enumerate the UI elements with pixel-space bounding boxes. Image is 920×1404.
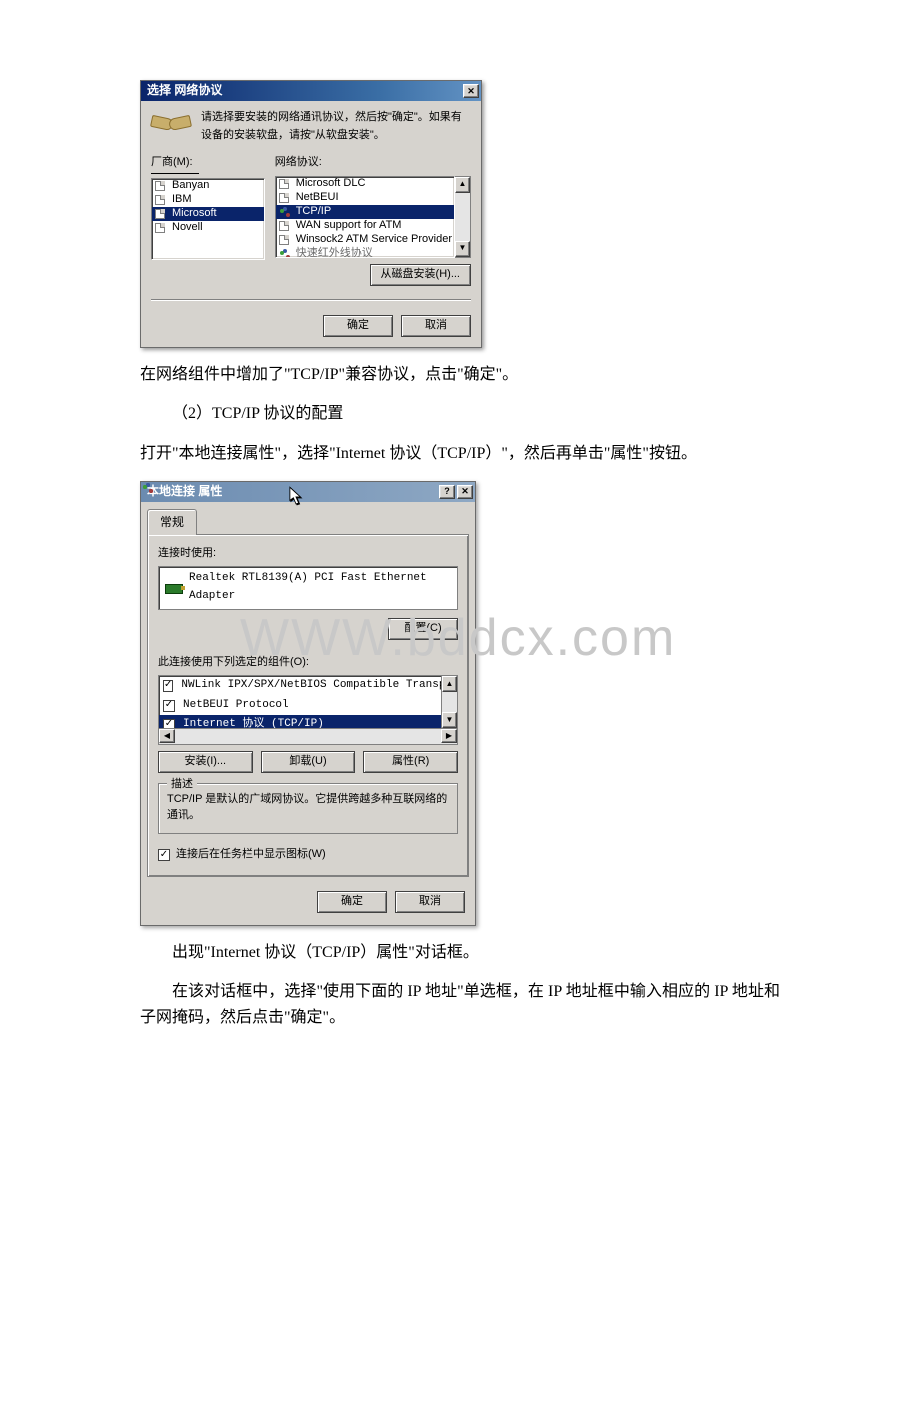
checkbox-icon[interactable]: ✓ bbox=[163, 680, 173, 692]
protocol-listbox[interactable]: Microsoft DLCNetBEUITCP/IPWAN support fo… bbox=[275, 176, 455, 258]
dialog2-title: 本地连接 属性 bbox=[147, 482, 222, 501]
vendor-icon bbox=[154, 222, 168, 234]
tab-page-general: 连接时使用: Realtek RTL8139(A) PCI Fast Ether… bbox=[147, 534, 469, 877]
help-icon[interactable]: ? bbox=[439, 485, 455, 499]
description-text: TCP/IP 是默认的广域网协议。它提供跨越多种互联网络的通讯。 bbox=[167, 792, 449, 823]
scroll-left-icon[interactable]: ◀ bbox=[159, 729, 175, 743]
dialog1-lists: 厂商(M): BanyanIBMMicrosoftNovell 网络协议: Mi… bbox=[151, 154, 471, 286]
cancel-button[interactable]: 取消 bbox=[401, 315, 471, 337]
dialog1-title: 选择 网络协议 bbox=[147, 81, 222, 100]
components-vscrollbar[interactable]: ▲ ▼ bbox=[442, 675, 458, 729]
dialog2-titlebar[interactable]: 本地连接 属性 ? ✕ bbox=[141, 482, 475, 502]
scroll-right-icon[interactable]: ▶ bbox=[441, 729, 457, 743]
vendor-icon bbox=[154, 180, 168, 192]
uninstall-button[interactable]: 卸载(U) bbox=[261, 751, 356, 773]
vendor-item[interactable]: Microsoft bbox=[152, 207, 264, 221]
scroll-track[interactable] bbox=[175, 729, 441, 744]
tray-icon-label: 连接后在任务栏中显示图标(W) bbox=[176, 846, 326, 864]
select-protocol-dialog: 选择 网络协议 ✕ 请选择要安装的网络通讯协议，然后按"确定"。如果有设备的安装… bbox=[140, 80, 482, 348]
vendor-item[interactable]: Novell bbox=[152, 221, 264, 235]
vendor-label: 厂商(M): bbox=[151, 154, 199, 174]
tab-general[interactable]: 常规 bbox=[147, 509, 197, 535]
paragraph: 打开"本地连接属性"，选择"Internet 协议（TCP/IP）"，然后再单击… bbox=[140, 441, 780, 467]
component-item-label: NetBEUI Protocol bbox=[183, 697, 289, 715]
install-button[interactable]: 安装(I)... bbox=[158, 751, 253, 773]
connection-properties-dialog: 本地连接 属性 ? ✕ 常规 连接时使用: Realtek RTL8139(A)… bbox=[140, 481, 476, 926]
component-buttons: 安装(I)... 卸载(U) 属性(R) bbox=[158, 751, 458, 773]
paragraph: （2）TCP/IP 协议的配置 bbox=[140, 401, 780, 427]
close-icon[interactable]: ✕ bbox=[463, 84, 479, 98]
checkbox-icon[interactable]: ✓ bbox=[163, 700, 175, 712]
vendor-listbox[interactable]: BanyanIBMMicrosoftNovell bbox=[151, 178, 265, 260]
vendor-item-label: Novell bbox=[172, 219, 203, 237]
cancel-button[interactable]: 取消 bbox=[395, 891, 465, 913]
checkbox-icon[interactable]: ✓ bbox=[158, 849, 170, 861]
dialog2-bottom-buttons: 确定 取消 bbox=[141, 883, 475, 925]
component-item[interactable]: ✓ Internet 协议 (TCP/IP) bbox=[159, 715, 441, 729]
protocol-icon bbox=[278, 192, 292, 204]
properties-button[interactable]: 属性(R) bbox=[363, 751, 458, 773]
configure-button[interactable]: 配置(C) bbox=[388, 618, 458, 640]
scroll-track[interactable] bbox=[442, 692, 457, 712]
dialog1-body: 请选择要安装的网络通讯协议，然后按"确定"。如果有设备的安装软盘，请按"从软盘安… bbox=[141, 101, 481, 347]
paragraph: 出现"Internet 协议（TCP/IP）属性"对话框。 bbox=[140, 940, 780, 966]
connect-using-label: 连接时使用: bbox=[158, 545, 458, 563]
protocol-column: 网络协议: Microsoft DLCNetBEUITCP/IPWAN supp… bbox=[275, 154, 471, 286]
scroll-track[interactable] bbox=[455, 193, 470, 241]
vendor-column: 厂商(M): BanyanIBMMicrosoftNovell bbox=[151, 154, 265, 286]
ok-button[interactable]: 确定 bbox=[323, 315, 393, 337]
components-listbox[interactable]: ✓ NWLink IPX/SPX/NetBIOS Compatible Trans… bbox=[158, 675, 442, 729]
tab-strip: 常规 bbox=[141, 502, 475, 534]
vendor-icon bbox=[154, 208, 168, 220]
handshake-icon bbox=[151, 109, 191, 141]
scroll-down-icon[interactable]: ▼ bbox=[442, 712, 457, 728]
adapter-name: Realtek RTL8139(A) PCI Fast Ethernet Ada… bbox=[189, 570, 451, 605]
close-icon[interactable]: ✕ bbox=[457, 485, 473, 499]
vendor-item[interactable]: Banyan bbox=[152, 179, 264, 193]
component-item[interactable]: ✓ NWLink IPX/SPX/NetBIOS Compatible Trans… bbox=[159, 676, 441, 696]
nic-icon bbox=[165, 582, 183, 594]
adapter-box: Realtek RTL8139(A) PCI Fast Ethernet Ada… bbox=[158, 566, 458, 609]
description-groupbox: 描述 TCP/IP 是默认的广域网协议。它提供跨越多种互联网络的通讯。 bbox=[158, 783, 458, 834]
network-icon bbox=[278, 248, 292, 258]
dialog1-titlebar[interactable]: 选择 网络协议 ✕ bbox=[141, 81, 481, 101]
description-title: 描述 bbox=[167, 776, 197, 794]
ok-button[interactable]: 确定 bbox=[317, 891, 387, 913]
component-item[interactable]: ✓ NetBEUI Protocol bbox=[159, 696, 441, 716]
from-disk-button[interactable]: 从磁盘安装(H)... bbox=[370, 264, 471, 286]
dialog1-message: 请选择要安装的网络通讯协议，然后按"确定"。如果有设备的安装软盘，请按"从软盘安… bbox=[201, 109, 471, 144]
protocol-scrollbar[interactable]: ▲ ▼ bbox=[455, 176, 471, 258]
checkbox-icon[interactable]: ✓ bbox=[163, 719, 175, 729]
protocol-icon bbox=[278, 220, 292, 232]
tray-icon-checkbox[interactable]: ✓ 连接后在任务栏中显示图标(W) bbox=[158, 846, 458, 864]
components-label: 此连接使用下列选定的组件(O): bbox=[158, 654, 458, 672]
dialog1-message-row: 请选择要安装的网络通讯协议，然后按"确定"。如果有设备的安装软盘，请按"从软盘安… bbox=[151, 109, 471, 144]
component-item-label: Internet 协议 (TCP/IP) bbox=[183, 716, 324, 729]
dialog1-bottom-buttons: 确定 取消 bbox=[151, 300, 471, 337]
protocol-item-label: 快速红外线协议 bbox=[296, 245, 373, 258]
component-item-label: NWLink IPX/SPX/NetBIOS Compatible Transp… bbox=[181, 677, 442, 695]
paragraph: 在网络组件中增加了"TCP/IP"兼容协议，点击"确定"。 bbox=[140, 362, 780, 388]
scroll-up-icon[interactable]: ▲ bbox=[442, 676, 457, 692]
protocol-icon bbox=[278, 178, 292, 190]
network-icon bbox=[278, 206, 292, 218]
components-hscrollbar[interactable]: ◀ ▶ bbox=[158, 729, 458, 745]
vendor-icon bbox=[154, 194, 168, 206]
components-list-wrap: ✓ NWLink IPX/SPX/NetBIOS Compatible Trans… bbox=[158, 675, 458, 729]
protocol-icon bbox=[278, 234, 292, 246]
scroll-up-icon[interactable]: ▲ bbox=[455, 177, 470, 193]
paragraph: 在该对话框中，选择"使用下面的 IP 地址"单选框，在 IP 地址框中输入相应的… bbox=[140, 979, 780, 1030]
scroll-down-icon[interactable]: ▼ bbox=[455, 241, 470, 257]
protocol-label: 网络协议: bbox=[275, 154, 471, 172]
